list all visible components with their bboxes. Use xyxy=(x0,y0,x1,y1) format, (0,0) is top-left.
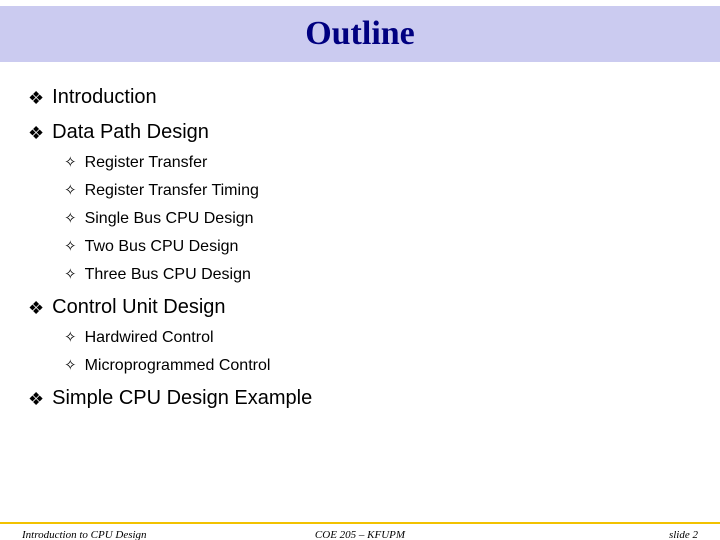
slide-footer: Introduction to CPU Design COE 205 – KFU… xyxy=(0,522,720,540)
hollow-diamond-icon: ✧ xyxy=(64,267,77,282)
diamond-bullet-icon: ❖ xyxy=(28,299,44,317)
sub-bullet-label: Three Bus CPU Design xyxy=(85,266,251,284)
sub-bullet-item: ✧ Two Bus CPU Design xyxy=(64,238,692,256)
sub-bullet-item: ✧ Single Bus CPU Design xyxy=(64,210,692,228)
footer-center: COE 205 – KFUPM xyxy=(315,529,405,540)
hollow-diamond-icon: ✧ xyxy=(64,211,77,226)
hollow-diamond-icon: ✧ xyxy=(64,155,77,170)
sub-bullet-label: Register Transfer xyxy=(85,154,208,172)
slide-content: ❖ Introduction ❖ Data Path Design ✧ Regi… xyxy=(0,62,720,410)
hollow-diamond-icon: ✧ xyxy=(64,358,77,373)
bullet-label: Control Unit Design xyxy=(52,296,225,319)
bullet-item: ❖ Data Path Design xyxy=(28,121,692,144)
hollow-diamond-icon: ✧ xyxy=(64,330,77,345)
sub-bullet-item: ✧ Hardwired Control xyxy=(64,329,692,347)
diamond-bullet-icon: ❖ xyxy=(28,124,44,142)
sub-bullet-label: Register Transfer Timing xyxy=(85,182,259,200)
footer-left: Introduction to CPU Design xyxy=(22,529,147,540)
bullet-label: Simple CPU Design Example xyxy=(52,387,312,410)
bullet-label: Data Path Design xyxy=(52,121,209,144)
sub-bullet-label: Hardwired Control xyxy=(85,329,214,347)
bullet-label: Introduction xyxy=(52,86,157,109)
sub-bullet-label: Microprogrammed Control xyxy=(85,357,271,375)
sub-bullet-item: ✧ Microprogrammed Control xyxy=(64,357,692,375)
slide-title: Outline xyxy=(305,15,415,53)
sub-bullet-item: ✧ Register Transfer xyxy=(64,154,692,172)
sub-bullet-item: ✧ Register Transfer Timing xyxy=(64,182,692,200)
title-bar: Outline xyxy=(0,6,720,62)
hollow-diamond-icon: ✧ xyxy=(64,239,77,254)
sub-bullet-item: ✧ Three Bus CPU Design xyxy=(64,266,692,284)
sub-bullet-label: Single Bus CPU Design xyxy=(85,210,254,228)
sub-bullet-label: Two Bus CPU Design xyxy=(85,238,239,256)
footer-right: slide 2 xyxy=(669,529,698,540)
diamond-bullet-icon: ❖ xyxy=(28,89,44,107)
hollow-diamond-icon: ✧ xyxy=(64,183,77,198)
diamond-bullet-icon: ❖ xyxy=(28,390,44,408)
bullet-item: ❖ Introduction xyxy=(28,86,692,109)
bullet-item: ❖ Control Unit Design xyxy=(28,296,692,319)
bullet-item: ❖ Simple CPU Design Example xyxy=(28,387,692,410)
